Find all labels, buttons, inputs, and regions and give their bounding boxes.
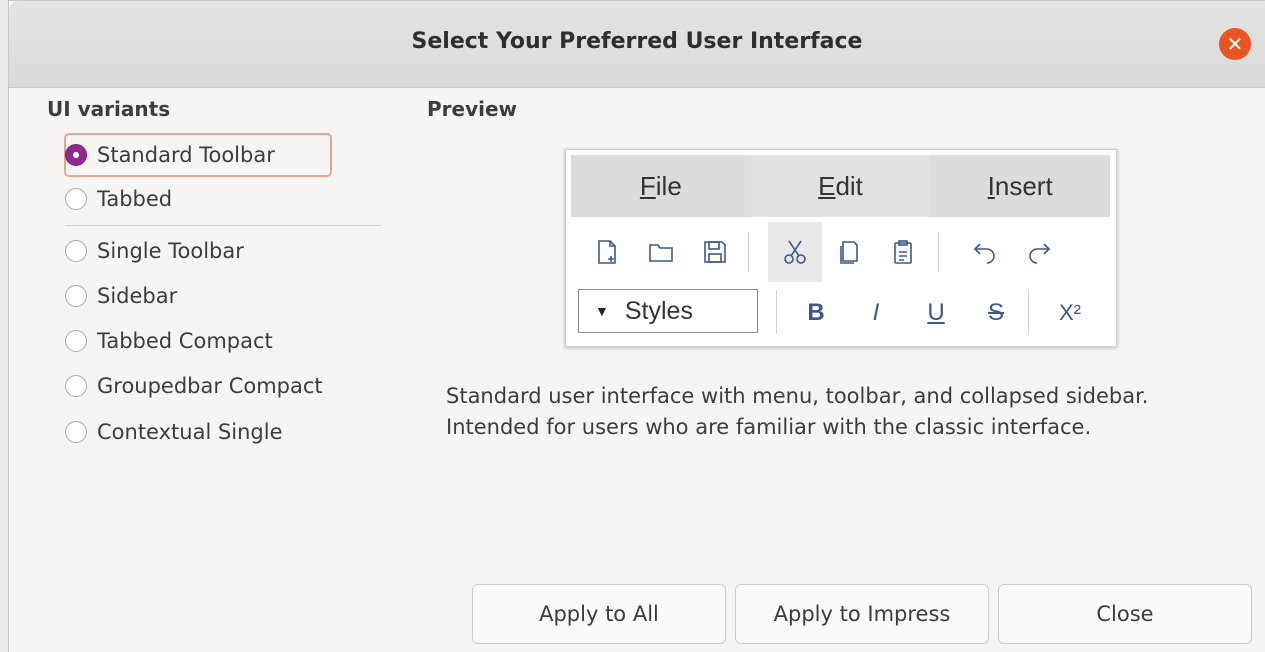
radio-groupedbar-compact[interactable]: Groupedbar Compact <box>65 368 323 404</box>
redo-icon <box>1012 222 1066 282</box>
new-document-icon <box>580 222 634 282</box>
toolbar-divider <box>748 232 749 272</box>
radio-label: Contextual Single <box>97 420 283 444</box>
cut-icon <box>768 222 822 282</box>
copy-icon <box>822 222 876 282</box>
chevron-down-icon: ▼ <box>595 303 609 319</box>
preview-menu-insert: Insert <box>987 171 1053 201</box>
close-button[interactable]: Close <box>998 584 1252 644</box>
ui-variants-heading: UI variants <box>47 97 171 121</box>
apply-to-impress-button[interactable]: Apply to Impress <box>735 584 989 644</box>
undo-icon <box>958 222 1012 282</box>
preview-heading: Preview <box>427 97 518 121</box>
variant-description: Standard user interface with menu, toolb… <box>446 384 1149 439</box>
apply-to-all-button[interactable]: Apply to All <box>472 584 726 644</box>
italic-icon: I <box>872 299 880 326</box>
radio-contextual-single[interactable]: Contextual Single <box>65 414 283 450</box>
radio-label: Groupedbar Compact <box>97 374 323 398</box>
toolbar-divider <box>776 290 777 334</box>
preview-image: File Edit Insert ▼ Styles B I U S X² <box>565 149 1117 347</box>
save-icon <box>688 222 742 282</box>
radio-standard-toolbar[interactable]: Standard Toolbar <box>65 137 275 173</box>
radio-button[interactable] <box>65 285 87 307</box>
superscript-icon: X² <box>1059 300 1081 325</box>
preview-menu-edit: Edit <box>750 155 931 217</box>
variants-separator <box>65 225 381 226</box>
radio-label: Tabbed Compact <box>97 329 273 353</box>
toolbar-divider <box>1028 290 1029 334</box>
preview-standard-toolbar <box>576 222 1106 282</box>
underline-icon: U <box>927 299 945 326</box>
radio-button[interactable] <box>65 421 87 443</box>
radio-button[interactable] <box>65 240 87 262</box>
radio-sidebar[interactable]: Sidebar <box>65 278 177 314</box>
preview-styles-dropdown: ▼ Styles <box>578 289 758 333</box>
radio-button[interactable] <box>65 188 87 210</box>
title-bar: Select Your Preferred User Interface ✕ <box>9 1 1265 88</box>
ui-selector-dialog: Select Your Preferred User Interface ✕ U… <box>8 0 1265 652</box>
radio-label: Standard Toolbar <box>97 143 275 167</box>
open-folder-icon <box>634 222 688 282</box>
paste-icon <box>876 222 930 282</box>
radio-label: Sidebar <box>97 284 178 308</box>
preview-menu-file: File <box>639 171 682 201</box>
styles-label: Styles <box>624 296 693 325</box>
radio-label: Tabbed <box>97 187 173 211</box>
radio-single-toolbar[interactable]: Single Toolbar <box>65 233 244 269</box>
radio-tabbed-compact[interactable]: Tabbed Compact <box>65 323 273 359</box>
toolbar-divider <box>938 232 939 272</box>
radio-label: Single Toolbar <box>97 239 244 263</box>
radio-button[interactable] <box>65 330 87 352</box>
radio-tabbed[interactable]: Tabbed <box>65 181 172 217</box>
radio-button-checked[interactable] <box>65 144 87 166</box>
close-window-icon[interactable]: ✕ <box>1219 28 1251 60</box>
radio-button[interactable] <box>65 375 87 397</box>
bold-icon: B <box>807 299 825 326</box>
dialog-title: Select Your Preferred User Interface <box>411 29 863 54</box>
preview-menubar: File Edit Insert <box>571 155 1110 217</box>
strikethrough-icon: S <box>987 299 1004 326</box>
